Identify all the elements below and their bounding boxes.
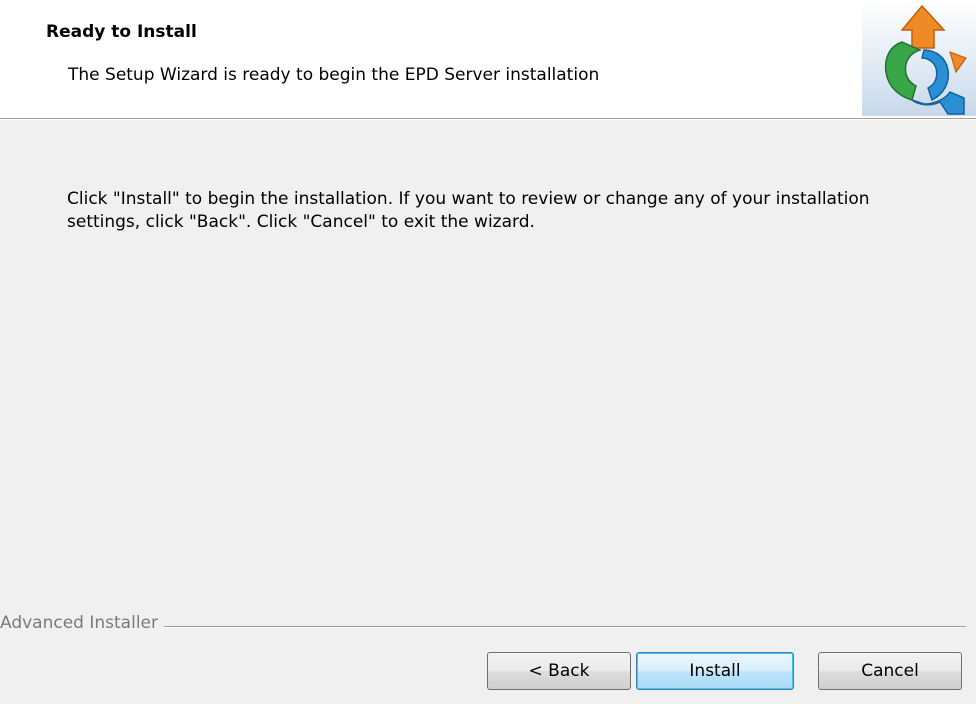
brand-label: Advanced Installer [0,613,164,633]
content-panel: Click "Install" to begin the installatio… [0,120,976,620]
cancel-button[interactable]: Cancel [818,652,962,690]
page-title: Ready to Install [46,22,197,42]
installer-puzzle-logo-icon [862,2,976,116]
page-subtitle: The Setup Wizard is ready to begin the E… [68,65,600,85]
header-banner: Ready to Install The Setup Wizard is rea… [0,0,976,118]
install-instructions-text: Click "Install" to begin the installatio… [67,189,870,232]
install-button[interactable]: Install [636,652,794,690]
back-button[interactable]: < Back [487,652,631,690]
